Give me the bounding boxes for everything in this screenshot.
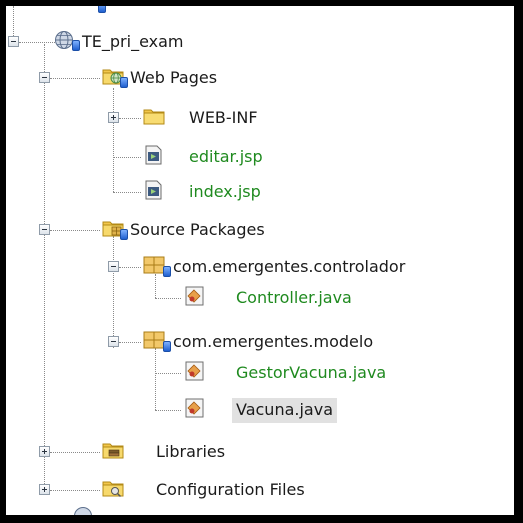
tree-node-libraries[interactable]: Libraries [6, 438, 514, 466]
globe-project-icon [74, 507, 92, 515]
tree-node-index-jsp[interactable]: index.jsp [6, 178, 514, 206]
collapse-toggle[interactable] [39, 72, 50, 83]
collapse-toggle[interactable] [39, 224, 50, 235]
jsp-file-icon [145, 180, 162, 200]
db-badge-icon [163, 341, 171, 352]
tree-node-web-pages[interactable]: Web Pages [6, 64, 514, 92]
node-label: Controller.java [236, 288, 352, 307]
node-label: index.jsp [189, 182, 261, 201]
expand-toggle[interactable] [39, 446, 50, 457]
node-label: Libraries [156, 442, 226, 461]
tree-node-source-packages[interactable]: Source Packages [6, 216, 514, 244]
tree-node-editar-jsp[interactable]: editar.jsp [6, 143, 514, 171]
expand-toggle[interactable] [108, 112, 119, 123]
tree-node-web-inf[interactable]: WEB-INF [6, 104, 514, 132]
package-icon [143, 256, 165, 274]
java-file-icon [185, 361, 204, 381]
folder-icon [143, 109, 165, 125]
node-label: editar.jsp [189, 147, 263, 166]
tree-node-package-modelo[interactable]: com.emergentes.modelo [6, 328, 514, 356]
java-file-icon [185, 398, 204, 418]
expand-toggle[interactable] [39, 484, 50, 495]
tree-node-vacuna-java[interactable]: Vacuna.java [6, 396, 514, 424]
node-label: GestorVacuna.java [236, 363, 387, 382]
db-badge-icon [120, 77, 128, 88]
tree-node-project[interactable]: TE_pri_exam [6, 28, 514, 56]
db-badge-icon [72, 40, 80, 51]
jsp-file-icon [145, 145, 162, 165]
config-files-icon [102, 481, 124, 498]
partial-node-icon [98, 6, 106, 13]
libraries-icon [102, 443, 124, 459]
node-label: WEB-INF [189, 108, 258, 127]
project-tree: TE_pri_exam Web Pages WEB-INF editar.jsp [6, 6, 514, 515]
collapse-toggle[interactable] [8, 36, 19, 47]
node-label: Configuration Files [156, 480, 305, 499]
node-label: Vacuna.java [232, 398, 337, 423]
tree-node-controller-java[interactable]: Controller.java [6, 284, 514, 312]
node-label: com.emergentes.controlador [173, 257, 406, 276]
node-label: TE_pri_exam [82, 32, 184, 51]
node-label: Web Pages [130, 68, 218, 87]
tree-node-configuration-files[interactable]: Configuration Files [6, 476, 514, 504]
collapse-toggle[interactable] [108, 336, 119, 347]
package-icon [143, 331, 165, 349]
node-label: com.emergentes.modelo [173, 332, 374, 351]
java-file-icon [185, 286, 204, 306]
tree-node-package-controlador[interactable]: com.emergentes.controlador [6, 253, 514, 281]
db-badge-icon [120, 229, 128, 240]
tree-node-gestorvacuna-java[interactable]: GestorVacuna.java [6, 359, 514, 387]
node-label: Source Packages [130, 220, 265, 239]
db-badge-icon [163, 266, 171, 277]
collapse-toggle[interactable] [108, 261, 119, 272]
